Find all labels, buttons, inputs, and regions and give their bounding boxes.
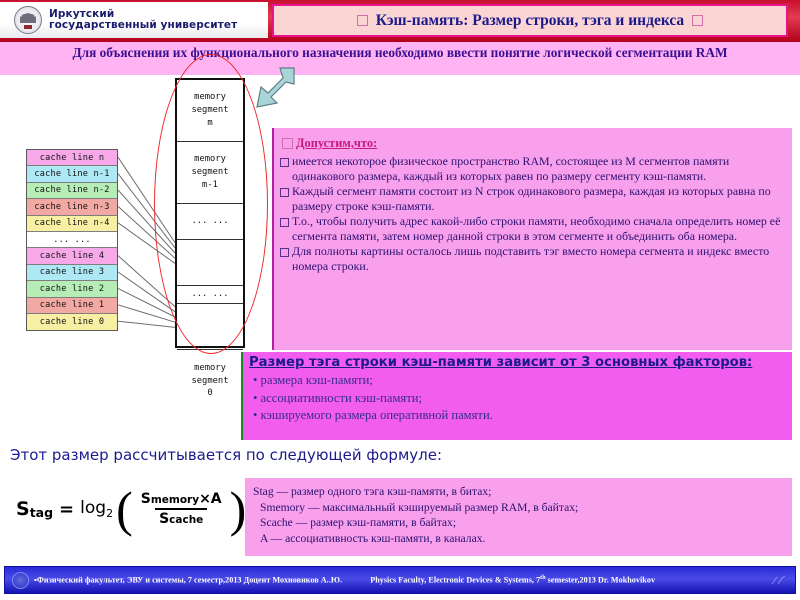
factors-panel: Размер тэга строки кэш-памяти зависит от… [241, 352, 792, 440]
assumption-item: Для полноты картины осталось лишь подста… [280, 244, 786, 273]
formula-log: log2 [80, 498, 113, 520]
factors-title: Размер тэга строки кэш-памяти зависит от… [249, 355, 753, 370]
assumption-text: Для полноты картины осталось лишь подста… [292, 244, 770, 273]
memory-segment-line: memory [194, 362, 226, 373]
factor-item: • кэшируемого размера оперативной памяти… [253, 408, 493, 423]
cache-segment-table: cache line n cache line n-1 cache line n-2… [26, 149, 118, 332]
formula-equals: = [59, 498, 75, 520]
legend-line: Scache — размер кэш-памяти, в байтах; [260, 516, 457, 530]
page-title: Кэш-память: Размер строки, тэга и индекс… [375, 11, 685, 29]
legend-line: Smemory — максимальный кэшируемый размер… [260, 500, 579, 514]
slide-root: Иркутский государственный университет Кэ… [0, 0, 800, 600]
cache-line-row: cache line n-4 [27, 215, 117, 232]
footer-text-ru: ▪Физический факультет, ЭВУ и системы, 7 … [34, 575, 343, 585]
formula-numerator: Smemory×A [137, 491, 226, 508]
assumptions-title-text: Допустим,что: [296, 136, 378, 150]
cache-line-row: cache line n-3 [27, 199, 117, 216]
cache-line-row: cache line 2 [27, 281, 117, 298]
factors-list: • размера кэш-памяти; • ассоциативности к… [247, 372, 786, 424]
numerator-times: ×A [199, 491, 222, 507]
assumption-item: Т.о., чтобы получить адрес какой-либо ст… [280, 214, 786, 243]
subtitle-band: Для объяснения их функционального назнач… [0, 42, 800, 75]
factor-item: • ассоциативности кэш-памяти; [253, 390, 422, 405]
memory-segment-line: segment [191, 375, 229, 386]
numerator-subscript: memory [150, 494, 200, 506]
assumption-text: имеется некоторое физическое пространств… [292, 154, 730, 183]
cache-line-row: cache line 4 [27, 248, 117, 265]
formula-log-base: 2 [106, 507, 114, 520]
cache-line-row: cache line n [27, 150, 117, 167]
legend-line: Stag — размер одного тэга кэш-памяти, в … [253, 485, 492, 498]
subtitle-text: Для объяснения их функционального назнач… [72, 45, 728, 60]
title-right-box-icon [692, 15, 704, 26]
assumption-item: имеется некоторое физическое пространств… [280, 154, 786, 183]
footer-text-en-post: semester,2013 Dr. Mokhovikov [545, 575, 656, 585]
assumption-text: Каждый сегмент памяти состоит из N строк… [292, 184, 771, 213]
university-seal-icon [14, 6, 42, 34]
cache-line-row: cache line 1 [27, 297, 117, 314]
formula-denominator: Scache [155, 508, 208, 527]
memory-segment-block: memory segment 0 [177, 350, 243, 412]
cache-line-row: cache line 0 [27, 313, 117, 331]
formula-headline: Этот размер рассчитывается по следующей … [10, 446, 443, 464]
legend-line: A — ассоциативность кэш-памяти, в канала… [260, 531, 486, 545]
assumptions-title: Допустим,что: [282, 136, 786, 151]
formula-lhs-subscript: tag [29, 505, 54, 520]
university-line2: государственный университет [49, 19, 238, 31]
formula-log-label: log [80, 498, 107, 518]
formula-fraction: Smemory×A Scache [137, 491, 226, 527]
assumptions-list: имеется некоторое физическое пространств… [280, 154, 786, 273]
formula-lhs-symbol: S [16, 498, 30, 520]
formula-close-paren: ) [229, 481, 247, 537]
footer-text: ▪Физический факультет, ЭВУ и системы, 7 … [34, 575, 655, 585]
tag-size-formula: Stag = log2 ( Smemory×A Scache ) [16, 478, 246, 540]
footer-mark-icon [771, 575, 786, 585]
empty-square-bullet-icon [280, 218, 289, 228]
empty-square-bullet-icon [280, 158, 289, 167]
cache-line-row: ... ... [27, 231, 117, 249]
assumptions-panel: Допустим,что: имеется некоторое физическ… [272, 128, 792, 350]
empty-square-bullet-icon [280, 188, 289, 198]
university-logo-plate: Иркутский государственный университет [0, 2, 268, 38]
formula-legend-panel: Stag — размер одного тэга кэш-памяти, в … [245, 478, 792, 556]
cache-line-row: cache line 3 [27, 264, 117, 282]
memory-segment-line: 0 [207, 388, 213, 399]
footer-seal-icon [12, 571, 29, 589]
down-left-arrow-icon [256, 67, 295, 108]
assumption-text: Т.о., чтобы получить адрес какой-либо ст… [292, 214, 781, 243]
empty-square-bullet-icon [280, 248, 289, 258]
denominator-subscript: cache [169, 514, 204, 526]
assumption-item: Каждый сегмент памяти состоит из N строк… [280, 184, 786, 213]
title-left-box-icon [356, 15, 368, 26]
numerator-symbol: S [140, 491, 151, 507]
cache-line-row: cache line n-1 [27, 166, 117, 183]
slide-title-plate: Кэш-память: Размер строки, тэга и индекс… [272, 4, 788, 37]
factor-item: • размера кэш-памяти; [253, 373, 373, 387]
footer-text-en-pre: Physics Faculty, Electronic Devices & Sy… [370, 575, 541, 585]
formula-lhs: Stag [16, 498, 53, 520]
cache-line-row: cache line n-2 [27, 182, 117, 200]
university-name: Иркутский государственный университет [49, 9, 237, 30]
slide-footer: ▪Физический факультет, ЭВУ и системы, 7 … [4, 566, 796, 594]
assumptions-title-box-icon [282, 138, 293, 149]
formula-open-paren: ( [116, 481, 133, 537]
denominator-symbol: S [159, 511, 170, 527]
